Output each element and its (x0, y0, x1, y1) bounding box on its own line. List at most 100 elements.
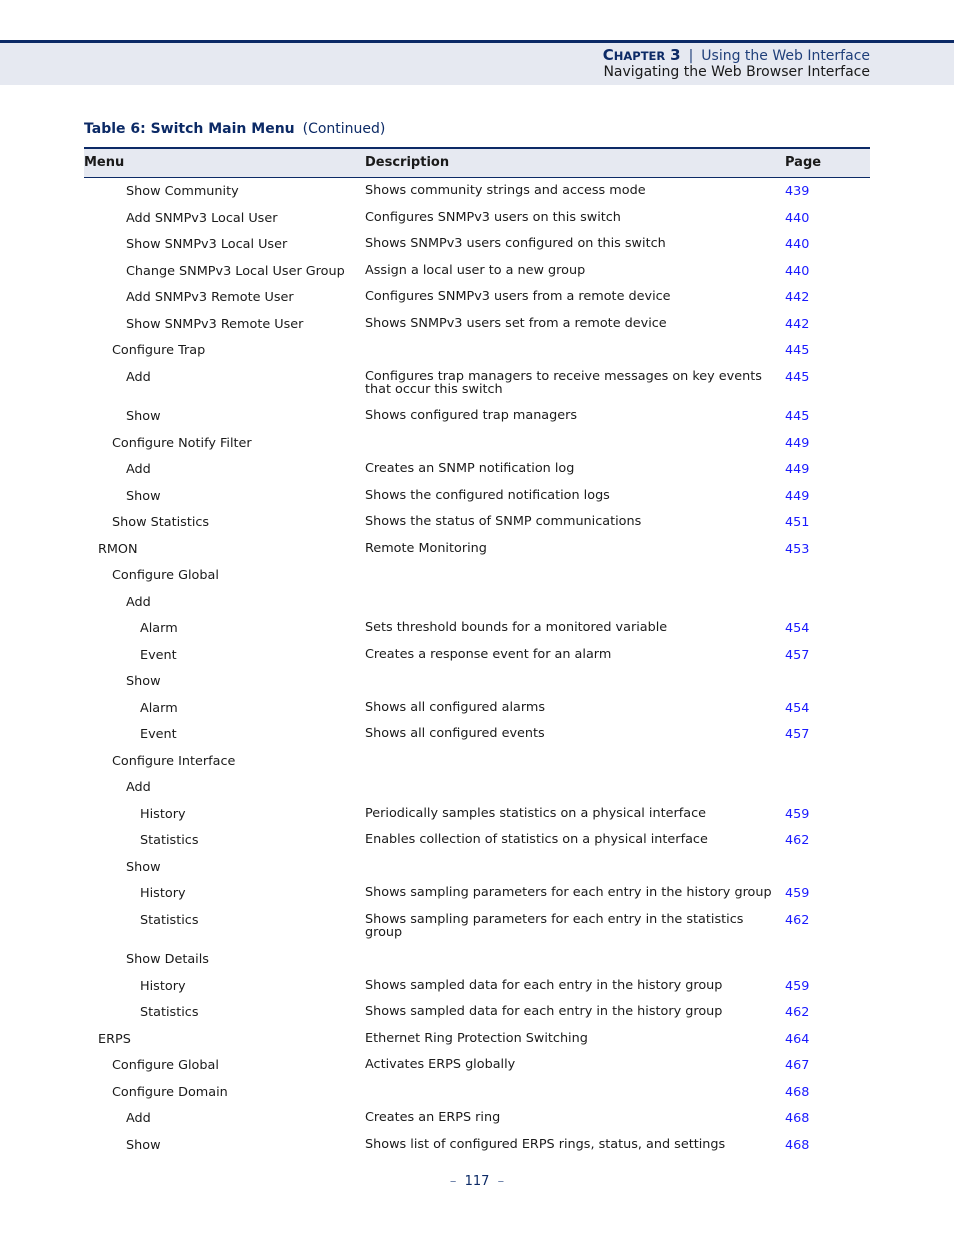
page-link[interactable]: 462 (785, 1005, 809, 1020)
page-link[interactable]: 453 (785, 542, 809, 557)
table-row: History Shows sampled data for each entry… (84, 979, 870, 1006)
description: Configures trap managers to receive mess… (365, 368, 762, 397)
menu-item: History (140, 806, 186, 822)
menu-item: Configure Global (112, 568, 219, 583)
footer-dash-left: – (449, 1174, 457, 1189)
page-link[interactable]: 459 (785, 979, 809, 994)
description: Shows the status of SNMP communications (365, 514, 642, 529)
description: Shows sampling parameters for each entry… (365, 885, 772, 900)
chapter-number: 3 (670, 46, 681, 64)
table-row: History Shows sampling parameters for eac… (84, 886, 870, 913)
page-link[interactable]: 439 (785, 184, 809, 199)
column-header-page: Page (785, 155, 822, 170)
menu-item: History (140, 886, 186, 901)
separator: | (688, 48, 694, 64)
description: Shows all configured events (365, 726, 545, 741)
page-link[interactable]: 442 (785, 317, 809, 332)
menu-item: Configure Trap (112, 343, 206, 358)
menu-item: Alarm (140, 621, 178, 636)
menu-item: Show (126, 674, 161, 689)
table-row: Show Community Shows community strings an… (84, 184, 870, 211)
page-link[interactable]: 440 (785, 264, 809, 279)
description: Periodically samples statistics on a phy… (365, 805, 706, 821)
table-row: Show (84, 860, 870, 887)
table-row: Add (84, 595, 870, 622)
table-row: Statistics Shows sampled data for each en… (84, 1005, 870, 1032)
chapter-label-initial: C (602, 46, 614, 64)
menu-item: Show (126, 488, 161, 504)
page-link[interactable]: 449 (785, 436, 809, 451)
switch-main-menu-table: Menu Description Page Show Community Show… (84, 147, 870, 1164)
menu-item: ERPS (98, 1031, 131, 1047)
table-row: Add Creates an SNMP notification log 449 (84, 462, 870, 489)
menu-item: Configure Global (112, 1058, 219, 1073)
page-link[interactable]: 454 (785, 621, 809, 636)
menu-item: Add (126, 594, 151, 610)
page-link[interactable]: 467 (785, 1058, 809, 1073)
menu-item: Show (126, 859, 161, 875)
table-row: Show Shows the configured notification lo… (84, 489, 870, 516)
table-row: Configure Global (84, 568, 870, 595)
description: Shows all configured alarms (365, 699, 546, 715)
page-link[interactable]: 442 (785, 290, 809, 305)
table-row: History Periodically samples statistics o… (84, 807, 870, 834)
page-link[interactable]: 468 (785, 1138, 809, 1153)
description: Shows the configured notification logs (365, 487, 610, 503)
page-link[interactable]: 459 (785, 807, 809, 822)
table-row: ERPS Ethernet Ring Protection Switching 46… (84, 1032, 870, 1059)
page-link[interactable]: 445 (785, 409, 809, 424)
menu-item: Statistics (140, 833, 199, 848)
table-row: Show SNMPv3 Remote User Shows SNMPv3 user… (84, 317, 870, 344)
table-row: Add (84, 780, 870, 807)
page-link[interactable]: 468 (785, 1085, 809, 1100)
menu-item: RMON (98, 541, 138, 557)
menu-item: Configure Notify Filter (112, 435, 252, 451)
menu-item: Show SNMPv3 Local User (126, 237, 288, 252)
description: Activates ERPS globally (365, 1057, 516, 1072)
page-link[interactable]: 464 (785, 1032, 809, 1047)
menu-item: Show Statistics (112, 515, 210, 530)
page-number: 117 (464, 1174, 490, 1189)
menu-item: Add (126, 369, 151, 385)
page-link[interactable]: 449 (785, 462, 809, 477)
description: Creates a response event for an alarm (365, 646, 612, 662)
description: Sets threshold bounds for a monitored va… (365, 620, 668, 635)
page-link[interactable]: 457 (785, 727, 809, 742)
table-row: Add Configures trap managers to receive m… (84, 370, 870, 410)
page-link[interactable]: 457 (785, 648, 809, 663)
description: Shows SNMPv3 users set from a remote dev… (365, 315, 667, 331)
page-link[interactable]: 445 (785, 343, 809, 358)
page-link[interactable]: 451 (785, 515, 809, 530)
running-header: CHAPTER 3 | Using the Web Interface Naviga… (0, 43, 954, 85)
page-link[interactable]: 468 (785, 1111, 809, 1126)
page-link[interactable]: 445 (785, 370, 809, 385)
description: Shows sampled data for each entry in the… (365, 1004, 723, 1019)
page-link[interactable]: 462 (785, 833, 809, 848)
menu-item: Configure Interface (112, 753, 236, 769)
page-link[interactable]: 462 (785, 913, 809, 928)
page-link[interactable]: 459 (785, 886, 809, 901)
description: Shows SNMPv3 users configured on this sw… (365, 236, 666, 251)
table-caption-title: Table 6: Switch Main Menu (84, 121, 295, 137)
chapter-title: Using the Web Interface (701, 48, 870, 64)
description: Remote Monitoring (365, 540, 487, 556)
menu-item: Add SNMPv3 Remote User (126, 290, 294, 305)
table-caption-suffix: (Continued) (302, 121, 386, 137)
menu-item: Statistics (140, 912, 199, 928)
table-row: Event Shows all configured events 457 (84, 727, 870, 754)
page-link[interactable]: 440 (785, 211, 809, 226)
page-link[interactable]: 440 (785, 237, 809, 252)
table-row: Statistics Enables collection of statisti… (84, 833, 870, 860)
menu-item: Show Community (126, 184, 239, 199)
table-row: Configure Interface (84, 754, 870, 781)
description: Configures SNMPv3 users on this switch (365, 209, 621, 225)
description: Shows sampled data for each entry in the… (365, 977, 723, 993)
page-link[interactable]: 454 (785, 701, 809, 716)
menu-item: Show SNMPv3 Remote User (126, 316, 304, 332)
table-row: Configure Domain 468 (84, 1085, 870, 1112)
description: Shows configured trap managers (365, 408, 578, 423)
table-row: Add SNMPv3 Local User Configures SNMPv3 u… (84, 211, 870, 238)
table-row: Show Shows configured trap managers 445 (84, 409, 870, 436)
page-link[interactable]: 449 (785, 489, 809, 504)
column-header-description: Description (365, 155, 450, 170)
